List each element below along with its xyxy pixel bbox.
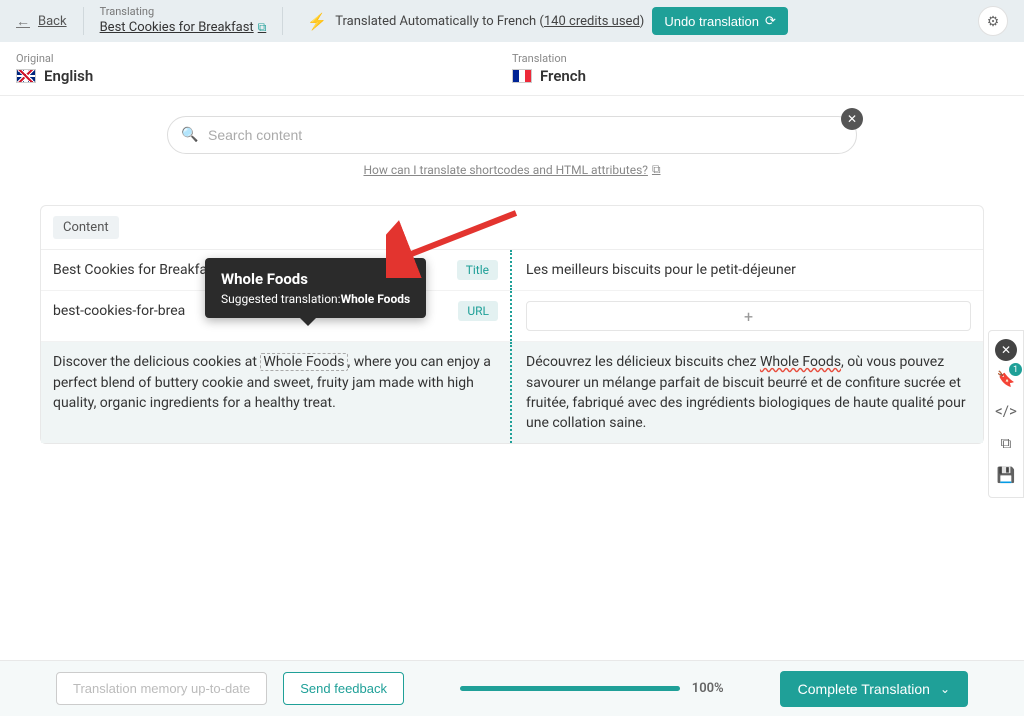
tooltip-subtitle: Suggested translation:Whole Foods <box>221 292 410 306</box>
tooltip-sub-value: Whole Foods <box>341 292 411 306</box>
chevron-down-icon: ⌄ <box>940 682 950 696</box>
settings-button[interactable]: ⚙ <box>978 6 1008 36</box>
flag-uk-icon <box>16 69 36 83</box>
auto-translate-block: ⚡ Translated Automatically to French (14… <box>307 7 788 35</box>
save-button[interactable]: 💾 <box>992 461 1020 489</box>
language-row: Original English Translation French <box>0 42 1024 96</box>
flag-fr-icon <box>512 69 532 83</box>
search-icon: 🔍 <box>181 127 198 143</box>
gear-icon: ⚙ <box>987 13 1000 30</box>
content-card: Content Best Cookies for Breakfast Title… <box>40 205 984 444</box>
glossary-term[interactable]: Whole Foods <box>260 353 347 371</box>
help-link-text: How can I translate shortcodes and HTML … <box>363 163 647 177</box>
code-icon: </> <box>995 402 1017 420</box>
credits-used[interactable]: 140 credits used <box>544 14 640 29</box>
original-language-col: Original English <box>16 52 512 85</box>
footer-bar: Translation memory up-to-date Send feedb… <box>0 660 1024 716</box>
original-cell[interactable]: Discover the delicious cookies at Whole … <box>41 342 510 443</box>
search-box: 🔍 ✕ <box>167 116 857 154</box>
progress-label: 100% <box>692 681 724 696</box>
external-link-icon: ⧉ <box>652 162 661 177</box>
auto-translate-prefix: Translated Automatically to French ( <box>335 14 544 29</box>
tooltip-title: Whole Foods <box>221 270 410 288</box>
original-label: Original <box>16 52 512 65</box>
bolt-icon: ⚡ <box>307 12 327 31</box>
divider <box>83 7 84 35</box>
auto-translate-suffix: ) <box>640 14 645 29</box>
shortcodes-help-link[interactable]: How can I translate shortcodes and HTML … <box>363 162 660 177</box>
translating-title-text: Best Cookies for Breakfast <box>100 20 254 37</box>
search-input[interactable] <box>167 116 857 154</box>
undo-icon: ⟳ <box>765 13 776 29</box>
progress-wrap: 100% <box>460 681 724 696</box>
back-label: Back <box>38 14 67 29</box>
spellcheck-term[interactable]: Whole Foods <box>760 354 841 370</box>
glossary-tooltip: Whole Foods Suggested translation:Whole … <box>205 258 426 318</box>
translation-text: Les meilleurs biscuits pour le petit-déj… <box>526 262 796 278</box>
complete-translation-button[interactable]: Complete Translation ⌄ <box>780 671 968 707</box>
translation-label: Translation <box>512 52 1008 65</box>
table-row: best-cookies-for-brea URL + <box>41 291 983 342</box>
search-section: 🔍 ✕ How can I translate shortcodes and H… <box>0 96 1024 185</box>
text-segment: Discover the delicious cookies at <box>53 354 260 370</box>
table-row: Best Cookies for Breakfast Title Les mei… <box>41 250 983 291</box>
translating-label: Translating <box>100 5 267 19</box>
row-type-tag: URL <box>458 301 498 321</box>
translation-language-name: French <box>540 67 586 85</box>
external-link-icon: ⧉ <box>258 20 267 36</box>
progress-bar <box>460 686 680 691</box>
copy-button[interactable]: ⧉ <box>992 429 1020 457</box>
translating-block: Translating Best Cookies for Breakfast ⧉ <box>100 5 267 36</box>
arrow-left-icon: ← <box>16 13 30 30</box>
right-toolbar: ✕ 🔖 1 </> ⧉ 💾 <box>988 330 1024 498</box>
undo-translation-button[interactable]: Undo translation ⟳ <box>652 7 788 35</box>
original-language: English <box>16 67 512 85</box>
tooltip-sub-label: Suggested translation: <box>221 292 341 306</box>
back-link[interactable]: ← Back <box>16 13 67 30</box>
translation-cell[interactable]: + <box>514 291 983 341</box>
translating-title-link[interactable]: Best Cookies for Breakfast ⧉ <box>100 20 267 37</box>
row-type-tag: Title <box>457 260 498 280</box>
add-translation-button[interactable]: + <box>526 301 971 331</box>
translation-language-col: Translation French <box>512 52 1008 85</box>
bookmark-badge: 1 <box>1009 363 1022 376</box>
original-text: Discover the delicious cookies at Whole … <box>53 352 498 413</box>
divider <box>282 7 283 35</box>
translation-language: French <box>512 67 1008 85</box>
translation-cell[interactable]: Découvrez les délicieux biscuits chez Wh… <box>514 342 983 443</box>
complete-btn-label: Complete Translation <box>798 681 930 697</box>
text-segment: Découvrez les délicieux biscuits chez <box>526 354 760 370</box>
content-header: Content <box>41 206 983 250</box>
translation-cell[interactable]: Les meilleurs biscuits pour le petit-déj… <box>514 250 983 290</box>
content-section-tag: Content <box>53 216 119 239</box>
bookmark-button[interactable]: 🔖 1 <box>992 365 1020 393</box>
table-row: Discover the delicious cookies at Whole … <box>41 342 983 443</box>
copy-icon: ⧉ <box>1001 434 1012 452</box>
search-close-button[interactable]: ✕ <box>841 108 863 130</box>
translation-memory-button: Translation memory up-to-date <box>56 672 267 705</box>
header-bar: ← Back Translating Best Cookies for Brea… <box>0 0 1024 42</box>
original-language-name: English <box>44 67 93 85</box>
save-icon: 💾 <box>997 466 1016 484</box>
close-panel-button[interactable]: ✕ <box>995 339 1017 361</box>
send-feedback-button[interactable]: Send feedback <box>283 672 404 705</box>
undo-label: Undo translation <box>664 14 759 29</box>
code-view-button[interactable]: </> <box>992 397 1020 425</box>
